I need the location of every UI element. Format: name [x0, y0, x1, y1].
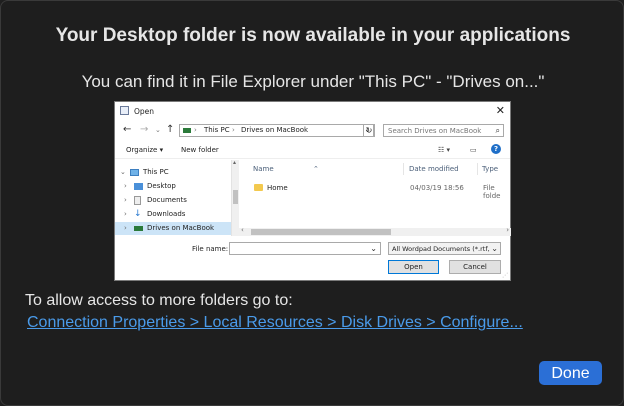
- breadcrumb-drives: Drives on MacBook: [241, 126, 309, 134]
- recent-chevron-icon: ⌄: [155, 126, 161, 134]
- file-name: Home: [267, 184, 288, 192]
- scroll-right-icon: ›: [506, 226, 509, 234]
- organize-menu: Organize ▾: [126, 146, 164, 154]
- column-separator: [403, 163, 404, 175]
- documents-icon: [134, 196, 141, 205]
- folder-icon: [254, 184, 263, 191]
- file-type: File folde: [483, 184, 501, 200]
- close-icon: ✕: [495, 104, 505, 117]
- column-separator: [477, 163, 478, 175]
- column-name: Name: [253, 165, 274, 173]
- chevron-down-icon: ⌄: [370, 244, 377, 253]
- chevron-right-icon: ›: [124, 210, 127, 218]
- sheet-subtitle: You can find it in File Explorer under "…: [81, 72, 545, 91]
- cancel-button: Cancel: [449, 260, 501, 274]
- up-arrow-icon: ↑: [166, 124, 175, 135]
- new-folder-button: New folder: [181, 146, 219, 154]
- file-date: 04/03/19 18:56: [410, 184, 464, 192]
- desktop-icon: [134, 183, 143, 190]
- resize-grip-icon: ⋰: [502, 272, 508, 279]
- navigation-tree: ⌄ This PC › Desktop › Documents › ↓ Down…: [115, 160, 232, 236]
- breadcrumb-sep-icon: ›: [232, 126, 235, 134]
- connection-properties-link[interactable]: Connection Properties > Local Resources …: [27, 314, 523, 332]
- chevron-down-icon: ⌄: [491, 244, 498, 253]
- tree-item-label: Downloads: [147, 210, 186, 218]
- search-icon: ⌕: [495, 126, 500, 135]
- column-type: Type: [482, 165, 499, 173]
- file-list: ⌃ Name Date modified Type Home 04/03/19 …: [241, 160, 511, 230]
- search-placeholder: Search Drives on MacBook: [388, 127, 482, 135]
- file-name-input: ⌄: [229, 242, 381, 255]
- tree-item-downloads: › ↓ Downloads: [115, 208, 231, 221]
- sheet-title: Your Desktop folder is now available in …: [55, 25, 571, 46]
- tree-item-label: Desktop: [147, 182, 176, 190]
- tree-item-desktop: › Desktop: [115, 180, 231, 193]
- chevron-down-icon: ⌄: [120, 168, 126, 176]
- downloads-icon: ↓: [134, 209, 142, 219]
- open-dialog-screenshot: Open ✕ ← → ⌄ ↑ › This PC › Drives on Mac…: [114, 101, 511, 281]
- file-name-label: File name:: [192, 245, 229, 253]
- column-date: Date modified: [409, 165, 459, 173]
- dialog-titlebar: Open ✕: [115, 102, 510, 120]
- tree-item-label: Documents: [147, 196, 187, 204]
- tree-item-this-pc: ⌄ This PC: [115, 166, 231, 179]
- scroll-thumb: [251, 229, 391, 235]
- access-instructions: To allow access to more folders go to:: [25, 292, 293, 309]
- file-type-value: All Wordpad Documents (*.rtf,: [392, 245, 490, 253]
- dialog-toolbar: Organize ▾ New folder ☷ ▾ ▭ ?: [115, 142, 510, 159]
- dialog-title: Open: [134, 107, 155, 116]
- pc-icon: [130, 169, 139, 176]
- tree-scrollbar: ▴: [232, 159, 239, 236]
- search-box: Search Drives on MacBook ⌕: [383, 124, 504, 137]
- tree-item-drives-on-macbook: › Drives on MacBook: [115, 222, 231, 235]
- sheet: Your Desktop folder is now available in …: [0, 0, 624, 406]
- address-bar: › This PC › Drives on MacBook ⌄: [179, 124, 374, 137]
- app-icon: [120, 106, 129, 115]
- tree-item-documents: › Documents: [115, 194, 231, 207]
- done-button[interactable]: Done: [539, 361, 602, 385]
- file-list-scrollbar: ‹ ›: [239, 226, 511, 236]
- breadcrumb-sep-icon: ›: [194, 126, 197, 134]
- view-options-icon: ☷ ▾: [438, 146, 451, 154]
- scroll-left-icon: ‹: [241, 226, 244, 234]
- drive-icon: [134, 226, 143, 231]
- file-type-select: All Wordpad Documents (*.rtf, ⌄: [388, 242, 501, 255]
- breadcrumb-this-pc: This PC: [204, 126, 230, 134]
- help-icon: ?: [491, 144, 501, 154]
- refresh-icon: ↻: [363, 124, 375, 137]
- navigation-bar: ← → ⌄ ↑ › This PC › Drives on MacBook ⌄ …: [115, 122, 510, 139]
- scroll-up-icon: ▴: [233, 159, 237, 166]
- tree-item-label: This PC: [143, 168, 169, 176]
- chevron-right-icon: ›: [124, 196, 127, 204]
- back-arrow-icon: ←: [123, 124, 132, 135]
- scroll-thumb: [233, 190, 238, 204]
- preview-pane-icon: ▭: [470, 146, 477, 154]
- forward-arrow-icon: →: [140, 124, 149, 135]
- drive-icon: [183, 128, 191, 133]
- chevron-right-icon: ›: [124, 182, 127, 190]
- open-button: Open: [388, 260, 439, 274]
- chevron-right-icon: ›: [124, 224, 127, 232]
- tree-item-label: Drives on MacBook: [147, 224, 215, 232]
- sort-arrow-icon: ⌃: [313, 165, 319, 173]
